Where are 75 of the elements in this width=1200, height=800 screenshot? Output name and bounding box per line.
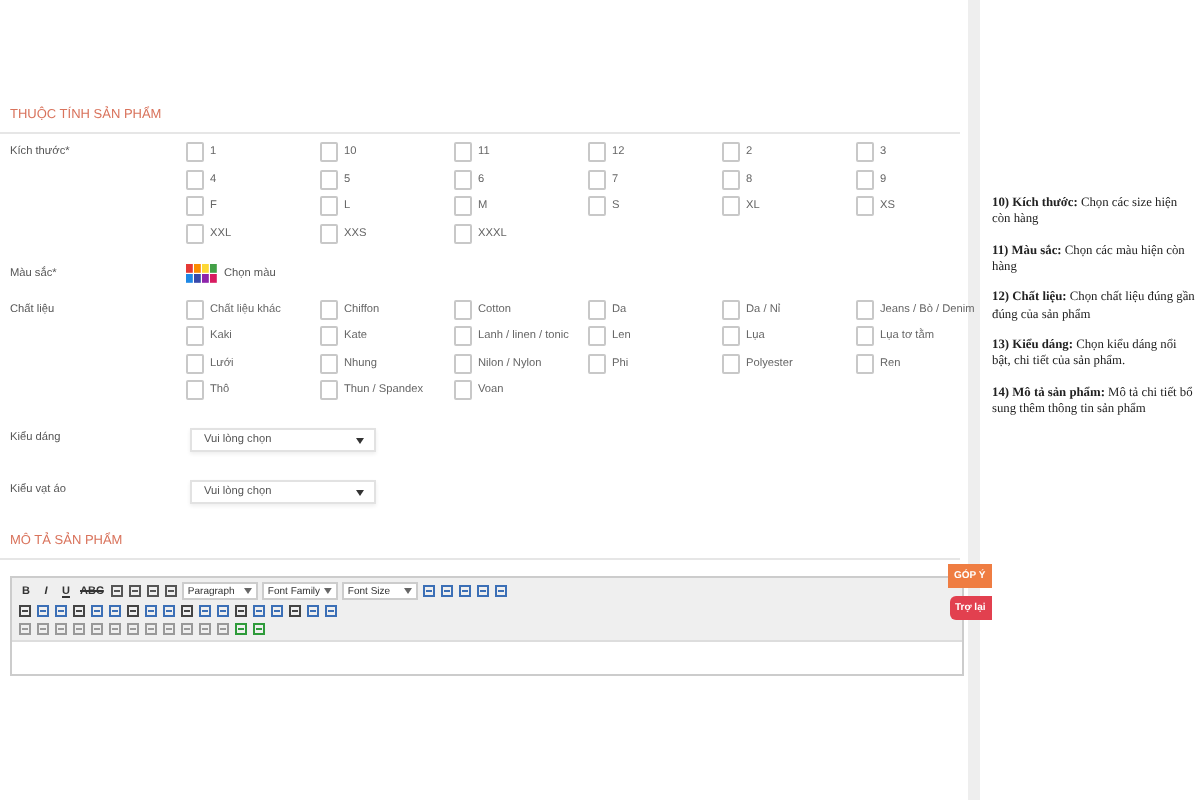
checkbox[interactable] [320, 380, 338, 400]
checkbox[interactable] [722, 326, 740, 346]
checkbox[interactable] [320, 223, 338, 243]
align-icon[interactable] [109, 584, 124, 598]
toolbar-icon[interactable] [126, 604, 140, 618]
checkbox[interactable] [588, 326, 606, 346]
dropdown-caret-icon [324, 588, 332, 594]
checkbox[interactable] [320, 353, 338, 373]
checkbox[interactable] [186, 196, 204, 216]
checkbox[interactable] [320, 169, 338, 189]
dropdown-caret-icon [243, 588, 252, 594]
checkbox[interactable] [856, 196, 874, 216]
toolbar-icon[interactable] [288, 604, 302, 618]
toolbar-icon[interactable] [324, 604, 338, 618]
toolbar-icon[interactable] [72, 604, 86, 618]
align-icon[interactable] [145, 584, 160, 598]
color-palette-icon [186, 263, 218, 283]
toolbar-icon[interactable] [216, 604, 230, 618]
checkbox[interactable] [186, 169, 204, 189]
toolbar-icon[interactable] [252, 604, 266, 618]
toolbar-icon[interactable] [180, 604, 194, 618]
checkbox[interactable] [454, 196, 472, 216]
toolbar-icon[interactable] [162, 604, 176, 618]
checkbox[interactable] [588, 299, 606, 319]
checkbox[interactable] [186, 326, 204, 346]
checkbox[interactable] [722, 196, 740, 216]
align-icon[interactable] [163, 584, 178, 598]
dropdown-caret-icon [403, 588, 412, 594]
checkbox[interactable] [320, 196, 338, 216]
checkbox[interactable] [856, 353, 874, 373]
checkbox[interactable] [454, 142, 472, 162]
toolbar-icon[interactable] [234, 604, 248, 618]
dropdown-caret-icon [356, 489, 364, 495]
toolbar-icon[interactable] [421, 584, 436, 598]
toolbar-icon[interactable] [90, 604, 104, 618]
toolbar-icon[interactable] [18, 604, 32, 618]
checkbox[interactable] [722, 299, 740, 319]
checkbox[interactable] [856, 299, 874, 319]
checkbox[interactable] [186, 299, 204, 319]
checkbox[interactable] [320, 142, 338, 162]
toolbar-icon[interactable] [306, 604, 320, 618]
toolbar-icon[interactable] [54, 604, 68, 618]
checkbox[interactable] [856, 326, 874, 346]
checkbox[interactable] [186, 223, 204, 243]
toolbar-icon[interactable] [439, 584, 454, 598]
checkbox[interactable] [320, 299, 338, 319]
checkbox[interactable] [588, 353, 606, 373]
toolbar-icon[interactable] [457, 584, 472, 598]
checkbox[interactable] [454, 169, 472, 189]
checkbox[interactable] [186, 142, 204, 162]
toolbar-icon[interactable] [198, 604, 212, 618]
checkbox[interactable] [186, 353, 204, 373]
checkbox[interactable] [856, 169, 874, 189]
checkbox[interactable] [722, 142, 740, 162]
checkbox[interactable] [454, 223, 472, 243]
checkbox[interactable] [722, 169, 740, 189]
checkbox[interactable] [856, 142, 874, 162]
checkbox[interactable] [588, 169, 606, 189]
toolbar-icon[interactable] [108, 604, 122, 618]
toolbar-icon[interactable] [493, 584, 508, 598]
checkbox[interactable] [320, 326, 338, 346]
toolbar-icon[interactable] [270, 604, 284, 618]
toolbar-icon[interactable] [144, 604, 158, 618]
checkbox[interactable] [186, 380, 204, 400]
toolbar-icon[interactable] [36, 604, 50, 618]
checkbox[interactable] [454, 299, 472, 319]
checkbox[interactable] [454, 353, 472, 373]
checkbox[interactable] [588, 196, 606, 216]
align-icon[interactable] [127, 584, 142, 598]
dropdown-caret-icon [356, 437, 364, 443]
checkbox[interactable] [454, 326, 472, 346]
toolbar-icon[interactable] [475, 584, 490, 598]
checkbox[interactable] [722, 353, 740, 373]
checkbox[interactable] [454, 380, 472, 400]
checkbox[interactable] [588, 142, 606, 162]
